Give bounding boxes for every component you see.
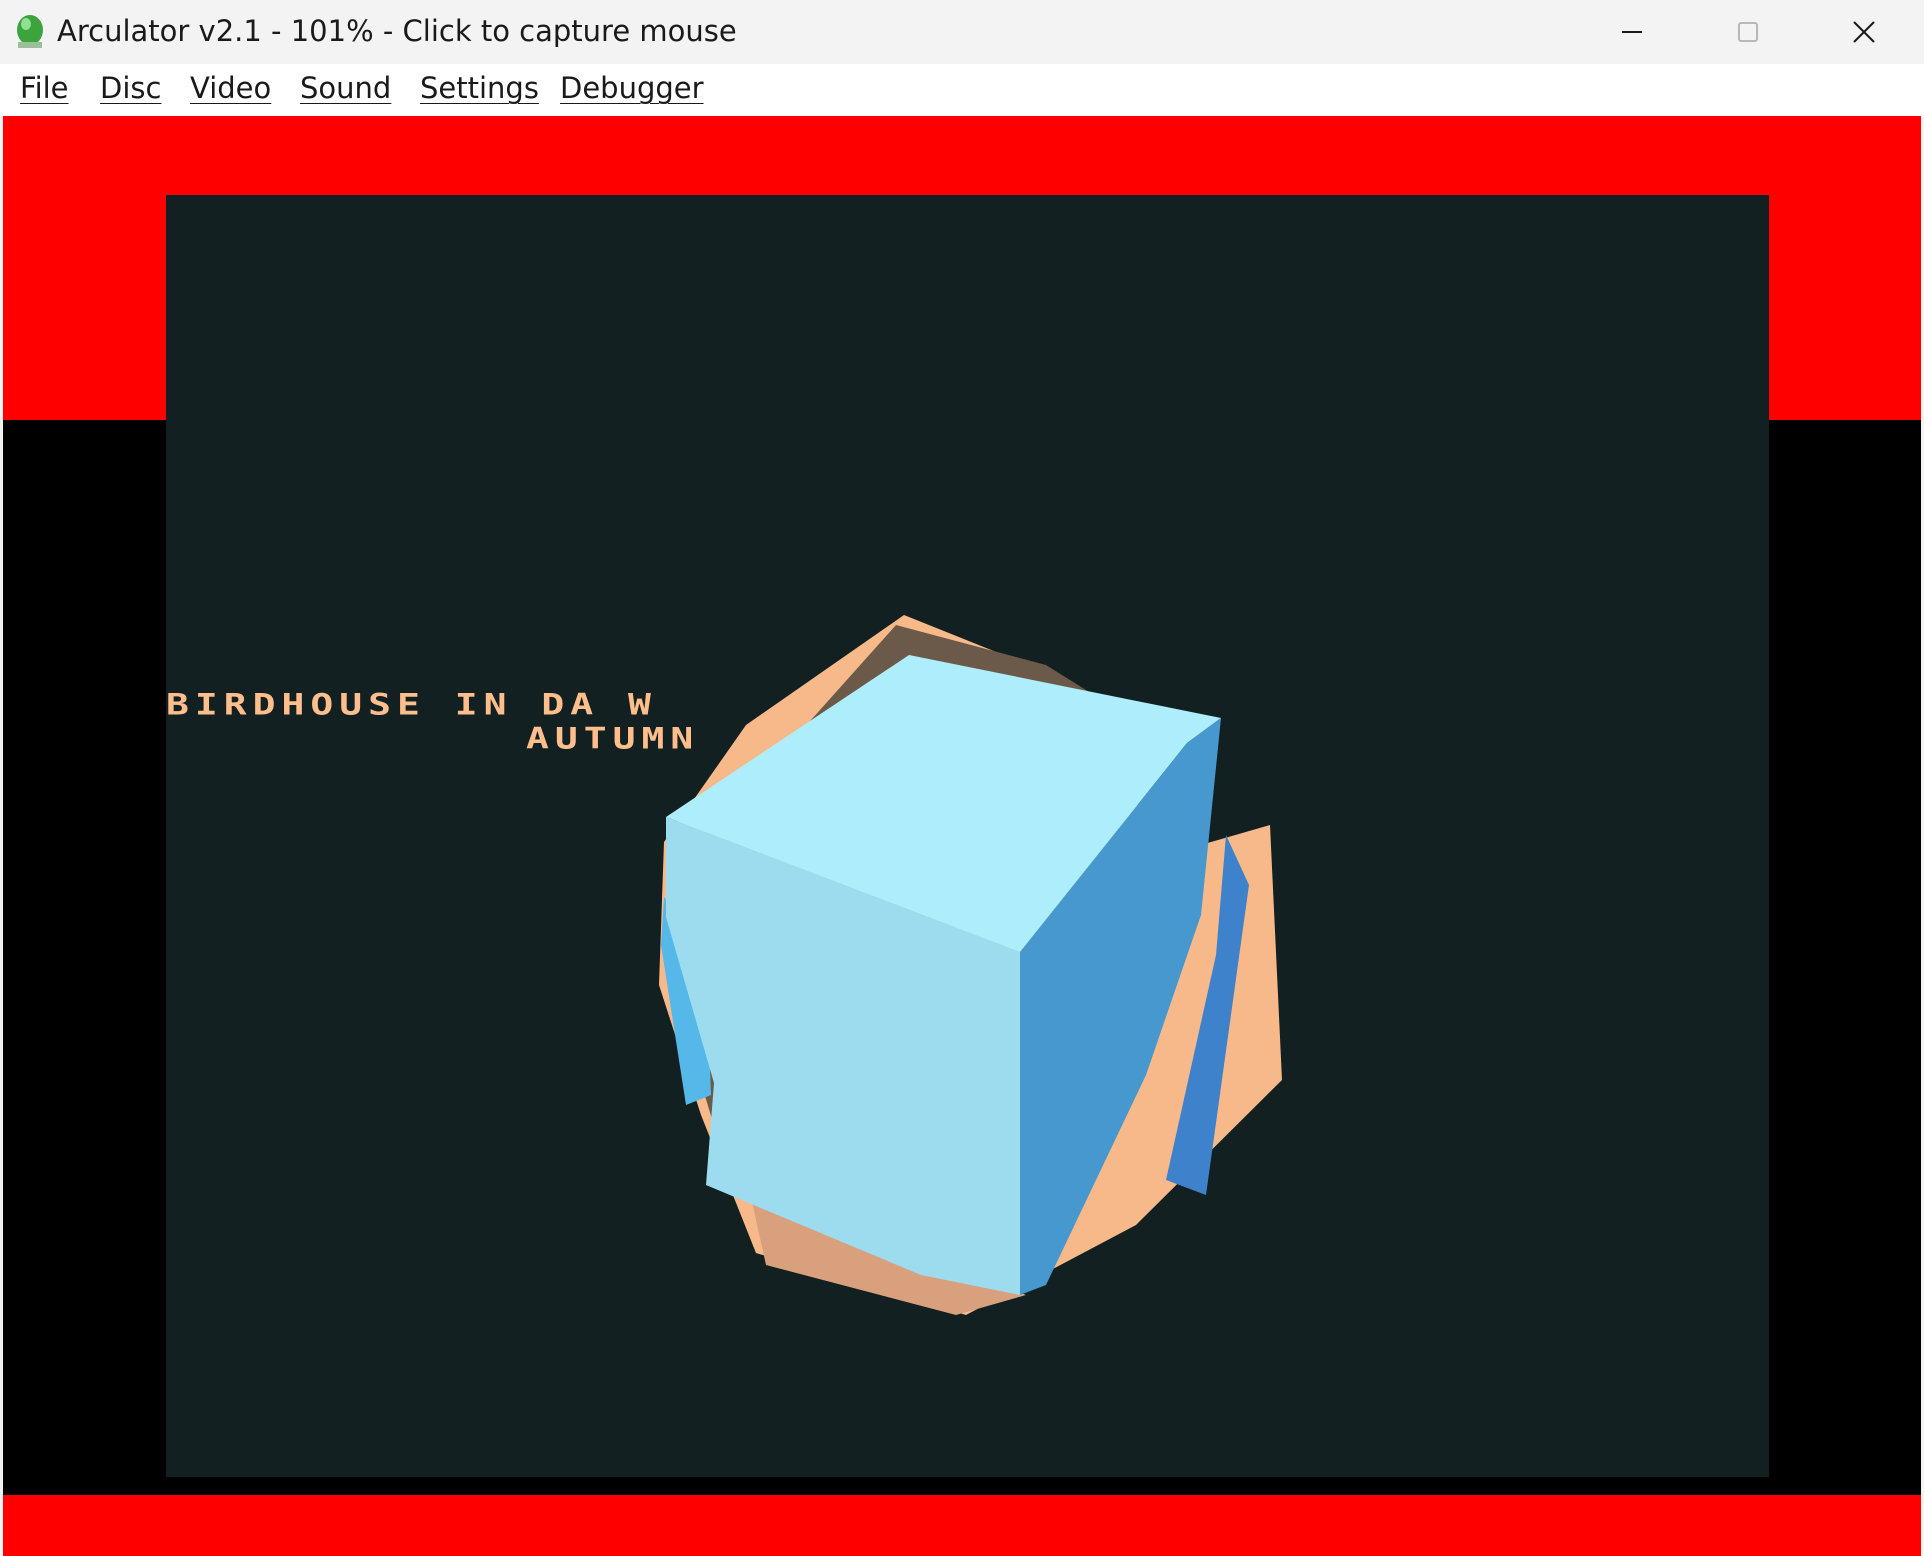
menu-disc[interactable]: Disc (100, 71, 161, 105)
close-icon (1853, 21, 1875, 43)
menu-video[interactable]: Video (190, 71, 271, 105)
menu-file[interactable]: File (20, 71, 69, 105)
menu-settings[interactable]: Settings (420, 71, 539, 105)
maximize-button[interactable] (1690, 0, 1806, 64)
menu-debugger[interactable]: Debugger (560, 71, 704, 105)
demo-playfield: BIRDHOUSE IN DA W SLIME AUTUMN TRIACE (166, 195, 1769, 1477)
emulator-screen[interactable]: BIRDHOUSE IN DA W SLIME AUTUMN TRIACE (3, 116, 1921, 1556)
minimize-icon (1622, 31, 1642, 33)
arculator-window: Arculator v2.1 - 101% - Click to capture… (0, 0, 1924, 1556)
window-title: Arculator v2.1 - 101% - Click to capture… (57, 14, 737, 48)
title-bar[interactable]: Arculator v2.1 - 101% - Click to capture… (0, 0, 1924, 64)
menu-bar: File Disc Video Sound Settings Debugger (0, 64, 1924, 116)
app-icon (17, 15, 43, 48)
menu-sound[interactable]: Sound (300, 71, 391, 105)
border-bottom (3, 1495, 1921, 1556)
minimize-button[interactable] (1574, 0, 1690, 64)
close-button[interactable] (1806, 0, 1922, 64)
maximize-icon (1738, 22, 1758, 42)
rotating-cube (659, 615, 1282, 1315)
